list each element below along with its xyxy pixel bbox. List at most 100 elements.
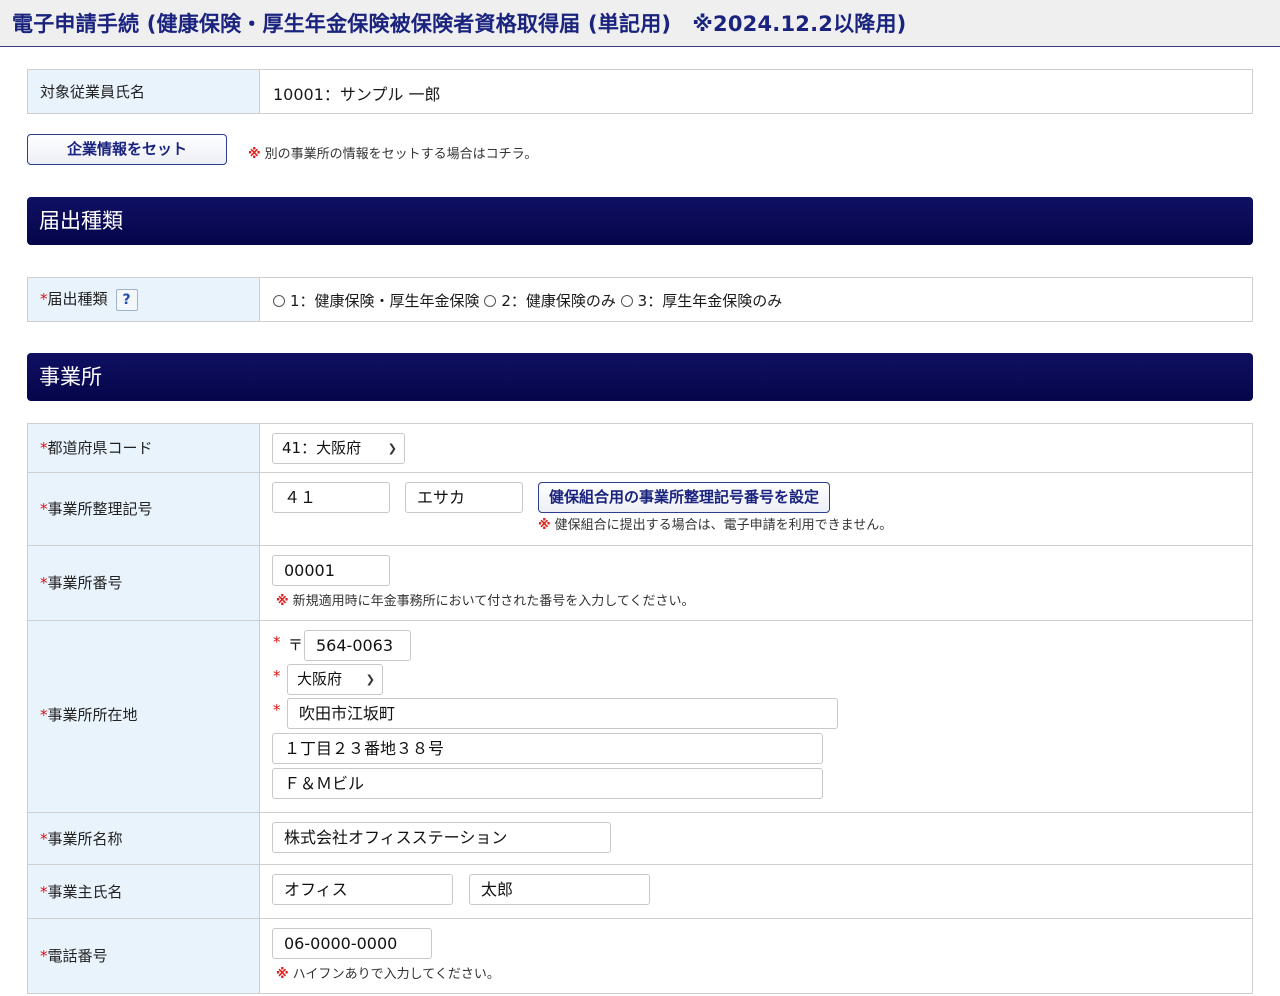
owner-name-value-cell: オフィス 太郎 <box>261 865 1252 918</box>
phone-note: ハイフンありで入力してください。 <box>292 967 500 982</box>
office-symbol-note: 健保組合に提出する場合は、電子申請を利用できません。 <box>554 518 893 533</box>
radio-option-2[interactable]: 2：健康保険のみ <box>484 292 616 310</box>
prefecture-code-value-cell: 41：大阪府 ❯ <box>261 424 1252 472</box>
required-mark: * <box>273 701 281 719</box>
office-name-row: *事業所名称 株式会社オフィスステーション <box>28 812 1252 864</box>
notification-type-row: *届出種類? 1：健康保険・厚生年金保険 2：健康保険のみ 3：厚生年金保険のみ <box>28 278 1252 321</box>
office-address-label-cell: *事業所所在地 <box>28 621 260 812</box>
office-address-label-wrap: *事業所所在地 <box>40 704 138 725</box>
owner-last-name-input[interactable]: オフィス <box>272 874 453 905</box>
postal-code-input[interactable]: 564-0063 <box>304 630 411 661</box>
set-union-office-code-button[interactable]: 健保組合用の事業所整理記号番号を設定 <box>538 482 831 513</box>
company-set-note: 別の事業所の情報をセットする場合はコチラ。 <box>264 147 538 162</box>
notification-type-label-cell: *届出種類? <box>28 278 260 321</box>
page-title: 電子申請手続 (健康保険・厚生年金保険被保険者資格取得届 (単記用) ※2024… <box>12 12 907 36</box>
office-symbol-note-wrap: ※ 健保組合に提出する場合は、電子申請を利用できません。 <box>538 514 892 533</box>
owner-name-row: *事業主氏名 オフィス 太郎 <box>28 864 1252 918</box>
required-mark: * <box>40 883 48 901</box>
address-street-input[interactable]: １丁目２３番地３８号 <box>272 733 823 764</box>
phone-value-cell: 06-0000-0000 ※ ハイフンありで入力してください。 <box>261 919 1252 993</box>
note-mark: ※ <box>248 147 261 162</box>
radio-icon[interactable] <box>273 295 285 307</box>
office-number-input[interactable]: 00001 <box>272 555 390 586</box>
set-company-info-button[interactable]: 企業情報をセット <box>27 134 227 165</box>
radio-icon[interactable] <box>484 295 497 307</box>
radio-option-1[interactable]: 1：健康保険・厚生年金保険 <box>273 292 480 310</box>
required-mark: * <box>40 290 48 308</box>
notification-type-options: 1：健康保険・厚生年金保険 2：健康保険のみ 3：厚生年金保険のみ <box>261 278 1252 321</box>
phone-row: *電話番号 06-0000-0000 ※ ハイフンありで入力してください。 <box>28 918 1252 993</box>
office-symbol-row: *事業所整理記号 ４１ エサカ 健保組合用の事業所整理記号番号を設定 ※ 健保組合… <box>28 472 1252 545</box>
office-number-label-wrap: *事業所番号 <box>40 572 123 593</box>
postal-mark-icon: 〒 <box>288 636 304 654</box>
phone-label-cell: *電話番号 <box>28 919 260 993</box>
address-prefecture-selected: 大阪府 <box>297 670 343 688</box>
employee-name: 10001：サンプル 一郎 <box>273 85 441 104</box>
section-header-office: 事業所 <box>27 353 1253 401</box>
owner-first-name-input[interactable]: 太郎 <box>469 874 650 905</box>
office-symbol-value-cell: ４１ エサカ 健保組合用の事業所整理記号番号を設定 ※ 健保組合に提出する場合は、… <box>261 473 1252 545</box>
radio-option-3[interactable]: 3：厚生年金保険のみ <box>620 292 783 310</box>
company-set-note-wrap: ※ 別の事業所の情報をセットする場合はコチラ。 <box>248 143 537 162</box>
radio-option-2-label: 2：健康保険のみ <box>501 292 616 310</box>
radio-option-3-label: 3：厚生年金保険のみ <box>637 292 783 310</box>
notification-type-label-wrap: *届出種類? <box>40 288 138 311</box>
office-number-label: 事業所番号 <box>47 574 123 592</box>
office-name-label-cell: *事業所名称 <box>28 813 260 864</box>
office-table: *都道府県コード 41：大阪府 ❯ *事業所整理記号 ４１ エサカ 健保組合用の事… <box>27 423 1253 994</box>
required-mark: * <box>40 830 48 848</box>
section-header-notification-type: 届出種類 <box>27 197 1253 245</box>
office-number-label-cell: *事業所番号 <box>28 546 260 620</box>
prefecture-code-select[interactable]: 41：大阪府 ❯ <box>272 433 405 464</box>
phone-note-wrap: ※ ハイフンありで入力してください。 <box>276 963 500 982</box>
employee-label-cell: 対象従業員氏名 <box>28 70 260 113</box>
radio-option-1-label: 1：健康保険・厚生年金保険 <box>290 292 480 310</box>
required-mark: * <box>273 667 281 685</box>
owner-name-label: 事業主氏名 <box>47 883 123 901</box>
employee-table: 対象従業員氏名 10001：サンプル 一郎 <box>27 69 1253 114</box>
required-mark: * <box>273 633 281 651</box>
office-name-value-cell: 株式会社オフィスステーション <box>261 813 1252 864</box>
office-number-note-wrap: ※ 新規適用時に年金事務所において付された番号を入力してください。 <box>276 590 694 609</box>
help-icon[interactable]: ? <box>115 288 138 311</box>
prefecture-code-label-cell: *都道府県コード <box>28 424 260 472</box>
note-mark: ※ <box>276 967 289 982</box>
office-symbol-input-1[interactable]: ４１ <box>272 482 390 513</box>
phone-input[interactable]: 06-0000-0000 <box>272 928 432 959</box>
radio-group: 1：健康保険・厚生年金保険 2：健康保険のみ 3：厚生年金保険のみ <box>273 290 782 311</box>
office-number-row: *事業所番号 00001 ※ 新規適用時に年金事務所において付された番号を入力して… <box>28 545 1252 620</box>
radio-icon[interactable] <box>620 295 633 307</box>
notification-type-label: 届出種類 <box>47 290 108 308</box>
notification-table: *届出種類? 1：健康保険・厚生年金保険 2：健康保険のみ 3：厚生年金保険のみ <box>27 277 1253 322</box>
address-building-input[interactable]: Ｆ＆Ｍビル <box>272 768 823 799</box>
office-address-value-cell: * 〒 564-0063 * 大阪府 ❯ * 吹田市江坂町 １丁目２３番地３８号 … <box>261 621 1252 812</box>
owner-name-label-wrap: *事業主氏名 <box>40 881 123 902</box>
office-symbol-label-cell: *事業所整理記号 <box>28 473 260 545</box>
required-mark: * <box>40 706 48 724</box>
required-mark: * <box>40 574 48 592</box>
office-address-row: *事業所所在地 * 〒 564-0063 * 大阪府 ❯ * 吹田市江坂町 １丁目… <box>28 620 1252 812</box>
title-bar: 電子申請手続 (健康保険・厚生年金保険被保険者資格取得届 (単記用) ※2024… <box>0 0 1280 47</box>
address-prefecture-select[interactable]: 大阪府 ❯ <box>287 664 383 695</box>
owner-name-label-cell: *事業主氏名 <box>28 865 260 918</box>
office-name-input[interactable]: 株式会社オフィスステーション <box>272 822 611 853</box>
office-address-label: 事業所所在地 <box>47 706 138 724</box>
prefecture-code-label: 都道府県コード <box>47 439 153 457</box>
required-mark: * <box>40 500 48 518</box>
office-symbol-label: 事業所整理記号 <box>47 500 153 518</box>
phone-label-wrap: *電話番号 <box>40 945 108 966</box>
note-mark: ※ <box>538 518 551 533</box>
phone-label: 電話番号 <box>47 947 108 965</box>
office-name-label: 事業所名称 <box>47 830 123 848</box>
employee-value-cell: 10001：サンプル 一郎 <box>261 70 1252 113</box>
address-city-input[interactable]: 吹田市江坂町 <box>287 698 838 729</box>
office-symbol-label-wrap: *事業所整理記号 <box>40 498 153 519</box>
prefecture-code-selected: 41：大阪府 <box>282 439 362 457</box>
required-mark: * <box>40 439 48 457</box>
employee-row: 対象従業員氏名 10001：サンプル 一郎 <box>28 70 1252 113</box>
office-symbol-input-2[interactable]: エサカ <box>405 482 523 513</box>
employee-label: 対象従業員氏名 <box>40 83 146 101</box>
required-mark: * <box>40 947 48 965</box>
office-number-value-cell: 00001 ※ 新規適用時に年金事務所において付された番号を入力してください。 <box>261 546 1252 620</box>
chevron-down-icon: ❯ <box>387 442 397 455</box>
